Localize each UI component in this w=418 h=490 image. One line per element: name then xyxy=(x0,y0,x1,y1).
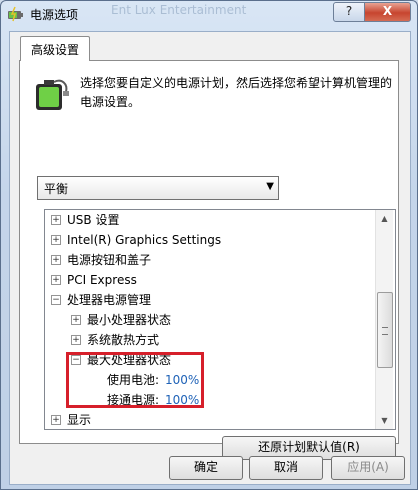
expand-icon[interactable]: + xyxy=(71,315,81,325)
expand-icon[interactable]: + xyxy=(51,415,61,425)
tree-item-label: 显示 xyxy=(67,413,92,427)
vertical-scrollbar[interactable]: ▲ ▼ xyxy=(375,210,393,429)
tree-item-label: 最小处理器状态 xyxy=(87,313,172,327)
tree-item-label: USB 设置 xyxy=(67,213,120,227)
title-bar[interactable]: 电源选项 Ent Lux Entertainment ? X xyxy=(1,1,417,27)
ok-button[interactable]: 确定 xyxy=(169,456,243,480)
expand-icon[interactable]: + xyxy=(51,235,61,245)
window-title: 电源选项 xyxy=(30,8,79,22)
power-plan-select[interactable]: 平衡 ▼ xyxy=(37,176,279,200)
tree-item-label: 电源按钮和盖子 xyxy=(67,253,152,267)
scroll-up-icon[interactable]: ▲ xyxy=(376,210,393,227)
tree-item-label: 处理器电源管理 xyxy=(67,293,152,307)
description-text: 选择您要自定义的电源计划，然后选择您希望计算机管理的电源设置。 xyxy=(80,76,393,109)
tree-item-label: PCI Express xyxy=(67,273,137,287)
battery-plug-icon xyxy=(36,79,69,110)
expand-icon[interactable]: + xyxy=(51,275,61,285)
chevron-down-icon: ▼ xyxy=(266,181,274,192)
tree-item-label: Intel(R) Graphics Settings xyxy=(67,233,222,247)
dialog-client-area: 高级设置 选择您要自定义的电源计划，然后选择您希望计算机管理的电源设置。 平衡 … xyxy=(9,31,411,485)
settings-tree[interactable]: + USB 设置 + Intel(R) Graphics Settings + … xyxy=(44,209,396,430)
power-plan-value: 平衡 xyxy=(44,182,69,196)
collapse-icon[interactable]: − xyxy=(51,295,61,305)
cancel-button[interactable]: 取消 xyxy=(249,456,323,480)
tab-advanced-settings[interactable]: 高级设置 xyxy=(20,36,90,61)
background-ghost-text: Ent Lux Entertainment xyxy=(111,3,247,17)
apply-button[interactable]: 应用(A) xyxy=(331,456,405,480)
scrollbar-thumb[interactable] xyxy=(377,292,393,368)
expand-icon[interactable]: + xyxy=(51,255,61,265)
expand-icon[interactable]: + xyxy=(71,335,81,345)
grip-icon xyxy=(382,327,388,335)
close-button[interactable]: X xyxy=(364,2,411,22)
power-options-icon xyxy=(8,6,23,22)
tab-label: 高级设置 xyxy=(31,43,80,57)
scroll-down-icon[interactable]: ▼ xyxy=(376,412,393,429)
highlight-box xyxy=(66,352,204,408)
dialog-window: 电源选项 Ent Lux Entertainment ? X 高级设置 选择您要… xyxy=(0,0,418,490)
help-button[interactable]: ? xyxy=(333,2,365,22)
tree-item-label: 系统散热方式 xyxy=(87,333,160,347)
expand-icon[interactable]: + xyxy=(51,215,61,225)
